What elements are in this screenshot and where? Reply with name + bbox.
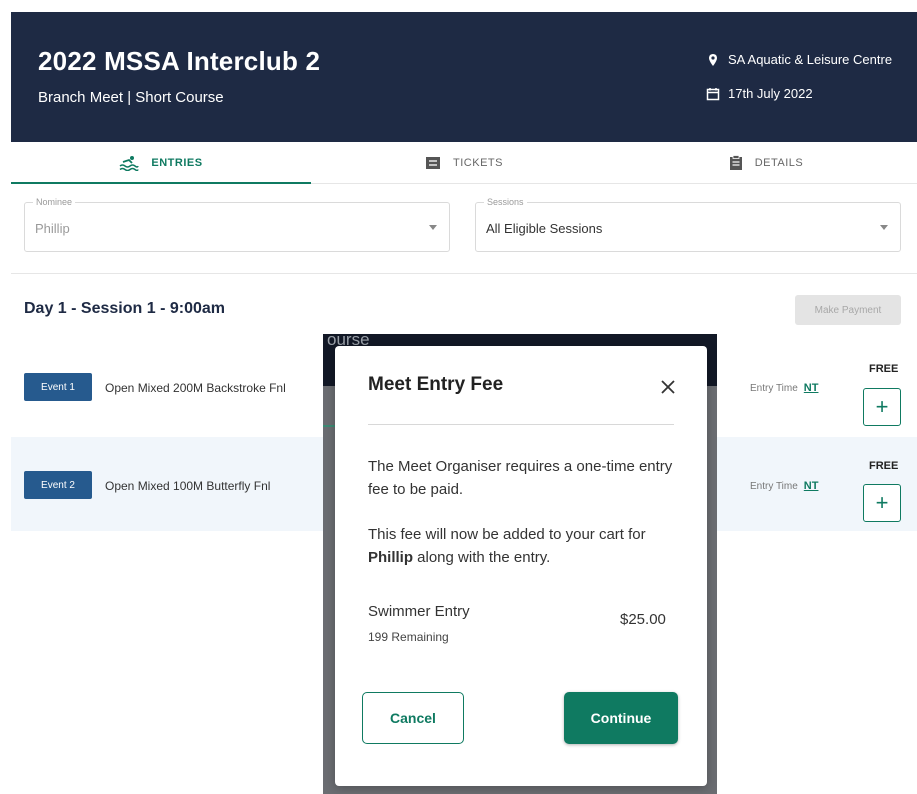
tab-tickets[interactable]: TICKETS — [313, 142, 615, 184]
meet-entry-fee-dialog: Meet Entry Fee The Meet Organiser requir… — [335, 346, 707, 786]
dialog-divider — [368, 424, 674, 425]
tab-details[interactable]: DETAILS — [615, 142, 917, 184]
active-tab-indicator — [11, 182, 311, 184]
dialog-message: The Meet Organiser requires a one-time e… — [368, 458, 673, 498]
fee-price: $25.00 — [620, 611, 666, 628]
tab-bar: ENTRIES TICKETS DETAILS — [11, 142, 917, 184]
date-text: 17th July 2022 — [728, 86, 813, 101]
tab-tickets-label: TICKETS — [453, 157, 503, 169]
ticket-icon — [425, 156, 441, 170]
backdrop-tab-ghost — [323, 425, 335, 427]
event-badge: Event 1 — [24, 373, 92, 401]
meet-title: 2022 MSSA Interclub 2 — [38, 46, 321, 76]
meet-subtitle: Branch Meet | Short Course — [38, 89, 224, 106]
meet-date: 17th July 2022 — [706, 86, 813, 101]
close-icon[interactable] — [657, 376, 679, 398]
fee-remaining: 199 Remaining — [368, 630, 449, 644]
nominee-label: Nominee — [33, 197, 76, 207]
make-payment-button[interactable]: Make Payment — [795, 295, 901, 325]
entry-time-label: Entry Time — [750, 481, 798, 492]
entry-time: Entry Time NT — [750, 480, 818, 492]
session-title: Day 1 - Session 1 - 9:00am — [24, 300, 225, 317]
plus-icon: + — [875, 394, 889, 419]
tab-entries[interactable]: ENTRIES — [11, 142, 311, 184]
map-pin-icon — [706, 53, 720, 67]
meet-location: SA Aquatic & Leisure Centre — [706, 52, 892, 67]
event-name: Open Mixed 100M Butterfly Fnl — [105, 479, 271, 493]
sessions-label: Sessions — [484, 197, 527, 207]
tab-entries-label: ENTRIES — [151, 157, 203, 169]
event-badge: Event 2 — [24, 471, 92, 499]
sessions-select[interactable]: Sessions All Eligible Sessions — [475, 197, 901, 252]
chevron-down-icon — [880, 225, 888, 230]
location-text: SA Aquatic & Leisure Centre — [728, 52, 893, 67]
entry-time-value[interactable]: NT — [804, 480, 819, 492]
chevron-down-icon — [429, 225, 437, 230]
event-name: Open Mixed 200M Backstroke Fnl — [105, 381, 286, 395]
entry-time-value[interactable]: NT — [804, 382, 819, 394]
cart-message-prefix: This fee will now be added to your cart … — [368, 526, 646, 543]
event-price: FREE — [869, 363, 899, 375]
section-divider — [11, 273, 917, 274]
dialog-title: Meet Entry Fee — [368, 374, 504, 395]
entry-time: Entry Time NT — [750, 382, 818, 394]
event-price: FREE — [869, 460, 899, 472]
calendar-icon — [706, 87, 720, 101]
add-entry-button[interactable]: + — [863, 484, 901, 522]
nominee-value: Phillip — [35, 221, 70, 236]
plus-icon: + — [875, 490, 889, 515]
cancel-button[interactable]: Cancel — [362, 692, 464, 744]
nominee-select[interactable]: Nominee Phillip — [24, 197, 450, 252]
fee-name: Swimmer Entry — [368, 603, 470, 620]
swimmer-icon — [119, 155, 140, 171]
dialog-cart-message: This fee will now be added to your cart … — [368, 523, 678, 569]
cart-message-suffix: along with the entry. — [413, 549, 551, 566]
add-entry-button[interactable]: + — [863, 388, 901, 426]
clipboard-icon — [729, 155, 743, 171]
tab-details-label: DETAILS — [754, 157, 804, 169]
nominee-name: Phillip — [368, 549, 413, 566]
continue-button[interactable]: Continue — [564, 692, 678, 744]
sessions-value: All Eligible Sessions — [486, 221, 603, 236]
entry-time-label: Entry Time — [750, 383, 798, 394]
meet-header: 2022 MSSA Interclub 2 Branch Meet | Shor… — [11, 12, 917, 142]
